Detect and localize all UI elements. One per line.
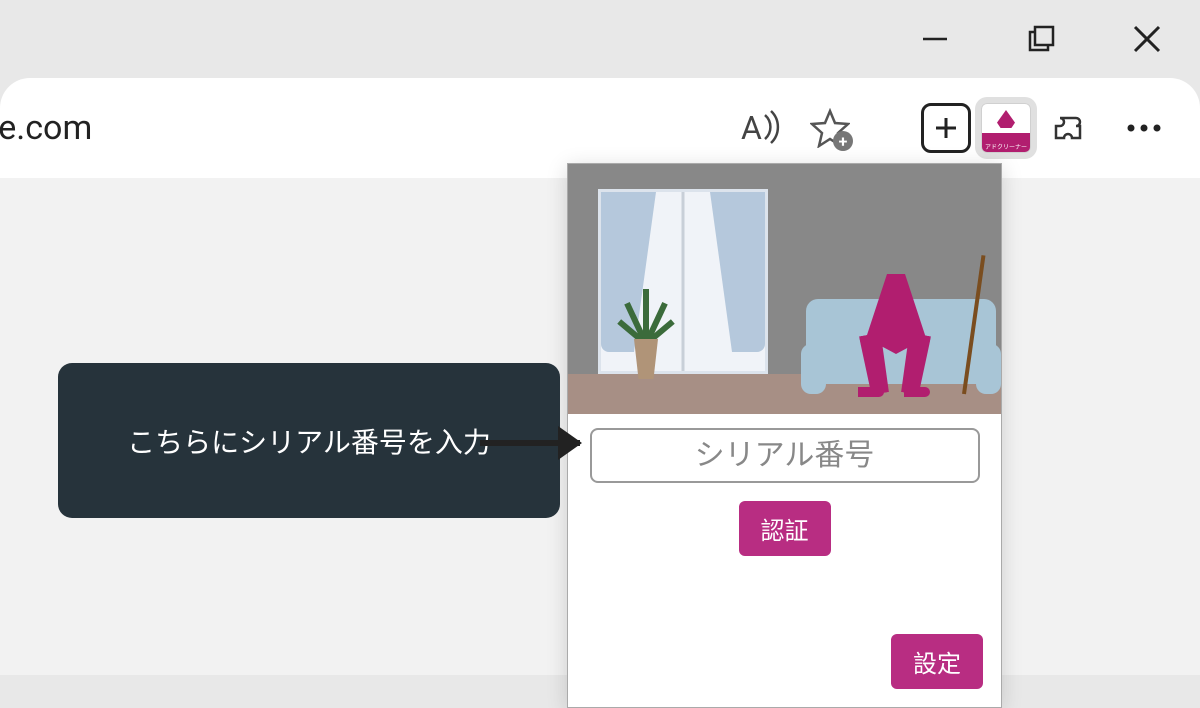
new-tab-button[interactable] (921, 103, 971, 153)
plus-icon (933, 115, 959, 141)
maximize-icon (1026, 24, 1056, 54)
popup-footer: 設定 (568, 574, 1001, 707)
window-close-button[interactable] (1124, 16, 1170, 62)
window-titlebar (0, 0, 1200, 78)
instruction-tooltip-text: こちらにシリアル番号を入力 (127, 421, 491, 461)
read-aloud-button[interactable]: A (733, 103, 783, 153)
extension-popup: 認証 設定 (567, 163, 1002, 708)
instruction-arrow-icon (480, 440, 580, 446)
more-menu-button[interactable] (1119, 103, 1169, 153)
popup-body: 認証 (568, 414, 1001, 574)
add-favorite-button[interactable]: + (805, 103, 855, 153)
svg-text:A: A (741, 109, 762, 147)
window-maximize-button[interactable] (1018, 16, 1064, 62)
minimize-icon (920, 24, 950, 54)
authenticate-button[interactable]: 認証 (739, 501, 831, 556)
serial-number-input[interactable] (590, 428, 980, 483)
close-icon (1130, 22, 1164, 56)
plus-badge-icon: + (833, 131, 853, 151)
settings-button[interactable]: 設定 (891, 634, 983, 689)
address-bar-url[interactable]: le.com (0, 108, 92, 148)
illustration-plant (616, 279, 676, 379)
illustration-figure (856, 234, 946, 394)
adcleaner-extension-button[interactable] (981, 103, 1031, 153)
window-minimize-button[interactable] (912, 16, 958, 62)
read-aloud-icon: A (735, 105, 781, 151)
popup-illustration (568, 164, 1001, 414)
extensions-button[interactable] (1047, 103, 1097, 153)
more-icon (1124, 121, 1164, 135)
puzzle-icon (1052, 108, 1092, 148)
